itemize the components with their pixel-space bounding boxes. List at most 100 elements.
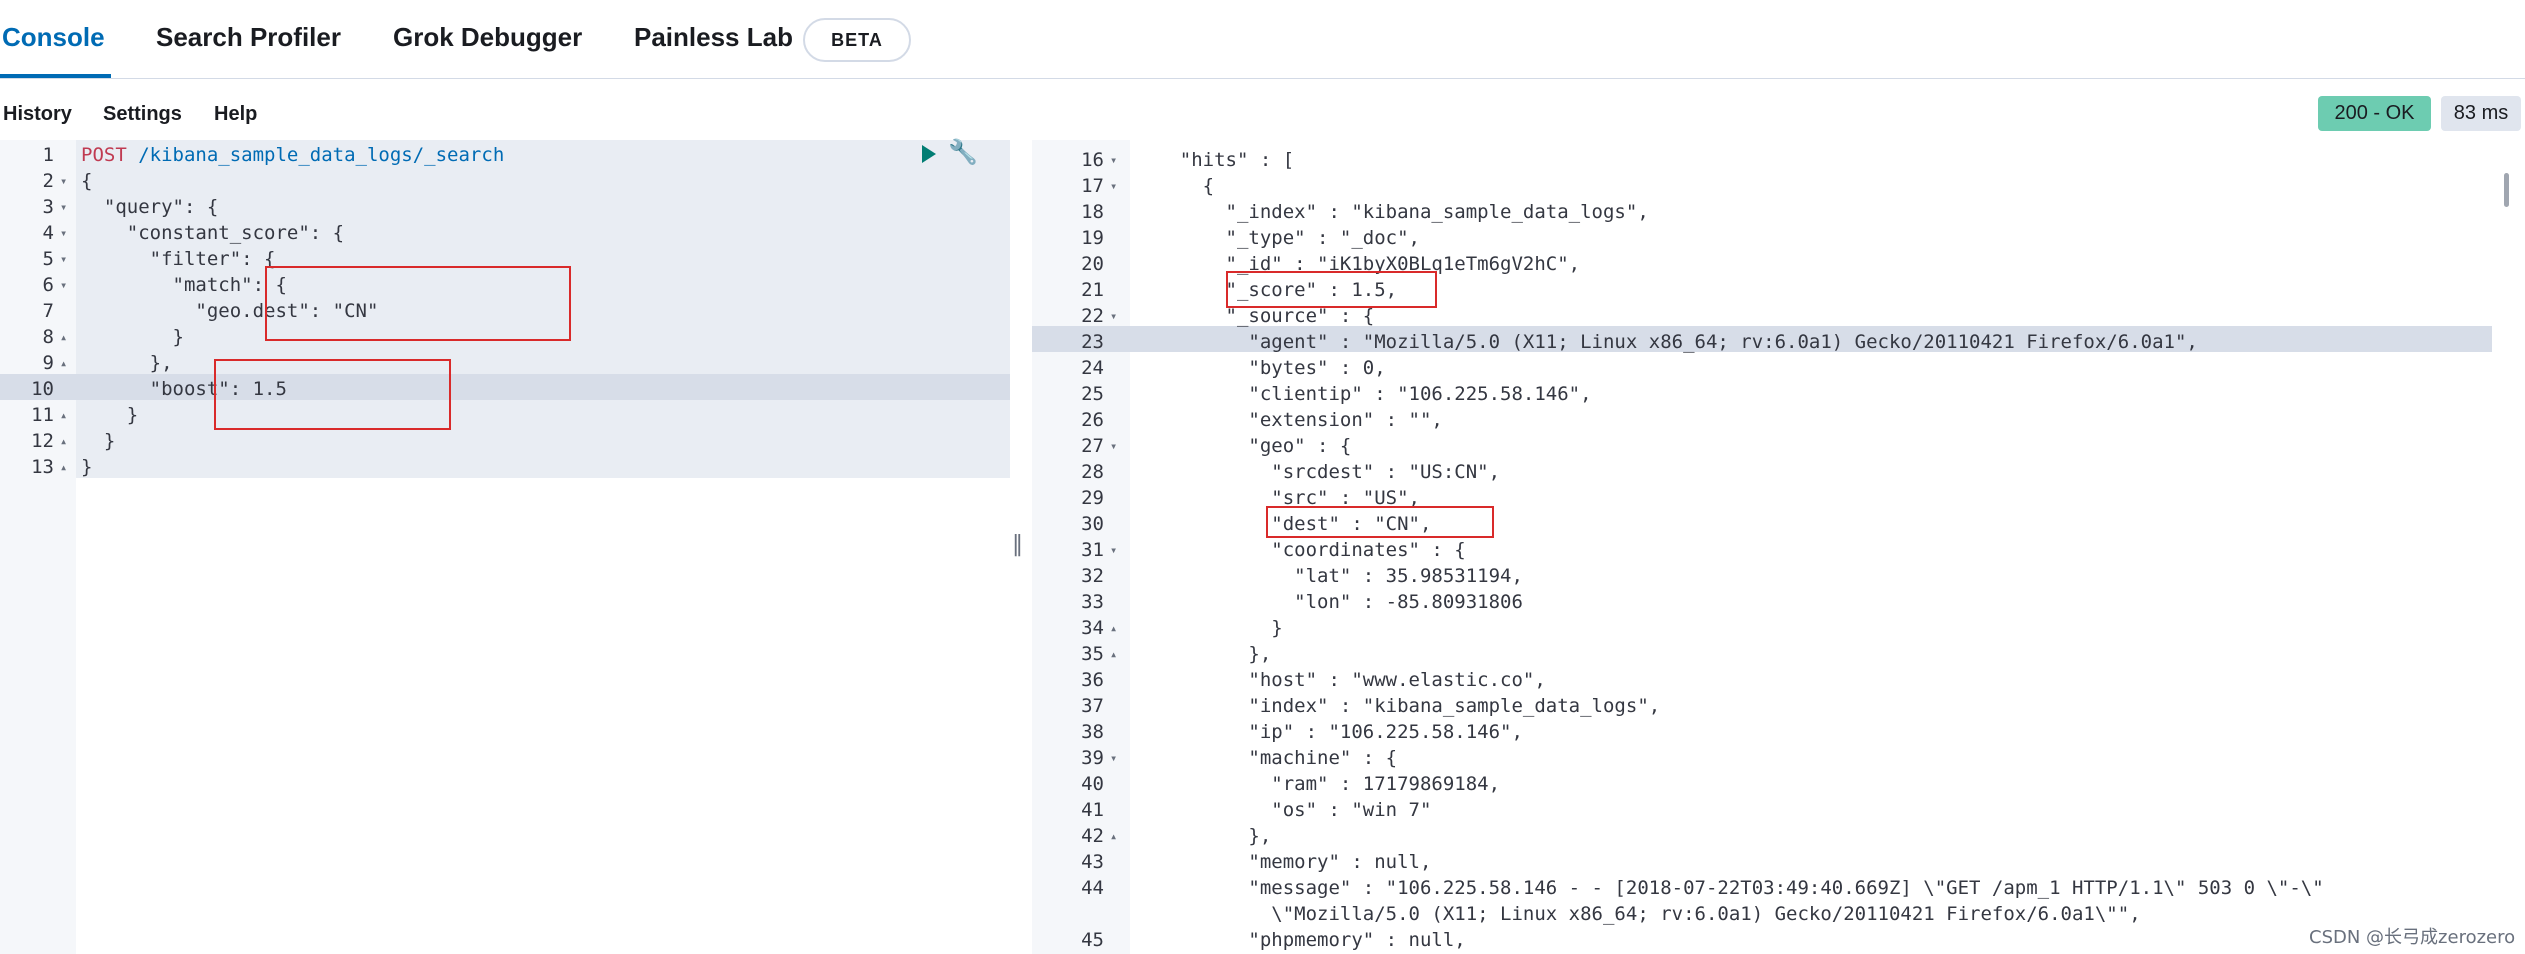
fold-toggle[interactable]: ▴ — [60, 350, 67, 376]
code-text: "lon" : -85.80931806 — [1134, 591, 1523, 613]
tab-grok-debugger[interactable]: Grok Debugger — [393, 22, 582, 53]
line-number: 38 — [1081, 721, 1104, 743]
response-status-badge: 200 - OK — [2318, 96, 2431, 131]
line-number: 12 — [31, 430, 54, 452]
fold-toggle[interactable]: ▾ — [60, 194, 67, 220]
line-number: 21 — [1081, 279, 1104, 301]
code-text: "constant_score": { — [81, 222, 345, 244]
line-number: 31 — [1081, 539, 1104, 561]
fold-toggle[interactable]: ▾ — [1110, 147, 1117, 173]
line-number: 45 — [1081, 929, 1104, 951]
settings-menu[interactable]: Settings — [103, 103, 182, 126]
code-text: "coordinates" : { — [1134, 539, 1466, 561]
line-number: 18 — [1081, 201, 1104, 223]
http-method: POST — [81, 144, 127, 166]
help-menu[interactable]: Help — [214, 103, 257, 126]
line-number: 25 — [1081, 383, 1104, 405]
code-text: "machine" : { — [1134, 747, 1398, 769]
fold-toggle[interactable]: ▴ — [60, 428, 67, 454]
line-number: 44 — [1081, 877, 1104, 899]
code-text: "lat" : 35.98531194, — [1134, 565, 1523, 587]
line-number: 35 — [1081, 643, 1104, 665]
tab-painless-lab[interactable]: Painless Lab — [634, 22, 793, 53]
fold-toggle[interactable]: ▴ — [1110, 615, 1117, 641]
line-number: 27 — [1081, 435, 1104, 457]
line-number: 16 — [1081, 149, 1104, 171]
code-text: "index" : "kibana_sample_data_logs", — [1134, 695, 1661, 717]
line-number: 19 — [1081, 227, 1104, 249]
line-number: 30 — [1081, 513, 1104, 535]
line-number: 3 — [42, 196, 54, 218]
line-number: 41 — [1081, 799, 1104, 821]
wrench-icon[interactable]: 🔧 — [948, 138, 978, 166]
code-text: "hits" : [ — [1134, 149, 1295, 171]
fold-toggle[interactable]: ▴ — [60, 454, 67, 480]
fold-toggle[interactable]: ▴ — [1110, 641, 1117, 667]
code-text: "ram" : 17179869184, — [1134, 773, 1501, 795]
line-number: 8 — [42, 326, 54, 348]
line-number: 6 — [42, 274, 54, 296]
annotation-box-boost — [214, 359, 451, 430]
fold-toggle[interactable]: ▾ — [60, 168, 67, 194]
fold-toggle[interactable]: ▴ — [60, 402, 67, 428]
code-text: "_type" : "_doc", — [1134, 227, 1420, 249]
code-text: }, — [1134, 643, 1272, 665]
top-tab-bar: Console Search Profiler Grok Debugger Pa… — [0, 0, 2525, 79]
line-number: 29 — [1081, 487, 1104, 509]
code-text: } — [81, 326, 184, 348]
line-number: 23 — [1081, 331, 1104, 353]
code-text: "extension" : "", — [1134, 409, 1443, 431]
response-time-badge: 83 ms — [2441, 96, 2521, 131]
line-number: 42 — [1081, 825, 1104, 847]
line-number: 10 — [31, 378, 54, 400]
play-icon[interactable] — [922, 145, 936, 163]
fold-toggle[interactable]: ▾ — [1110, 173, 1117, 199]
fold-toggle[interactable]: ▾ — [60, 220, 67, 246]
history-menu[interactable]: History — [3, 103, 72, 126]
line-number: 40 — [1081, 773, 1104, 795]
line-number: 9 — [42, 352, 54, 374]
line-number: 28 — [1081, 461, 1104, 483]
fold-toggle[interactable]: ▴ — [1110, 823, 1117, 849]
line-number: 43 — [1081, 851, 1104, 873]
line-number: 20 — [1081, 253, 1104, 275]
request-path: /kibana_sample_data_logs/_search — [126, 144, 505, 166]
code-text: "clientip" : "106.225.58.146", — [1134, 383, 1592, 405]
line-number: 24 — [1081, 357, 1104, 379]
line-number: 7 — [42, 300, 54, 322]
fold-toggle[interactable]: ▾ — [1110, 537, 1117, 563]
code-text: "message" : "106.225.58.146 - - [2018-07… — [1134, 877, 2324, 899]
fold-toggle[interactable]: ▾ — [1110, 433, 1117, 459]
line-number: 36 — [1081, 669, 1104, 691]
line-number: 13 — [31, 456, 54, 478]
code-text: "query": { — [81, 196, 219, 218]
code-text: } — [81, 456, 93, 478]
response-scrollbar[interactable] — [2504, 173, 2509, 207]
fold-toggle[interactable]: ▾ — [60, 246, 67, 272]
code-text: "_index" : "kibana_sample_data_logs", — [1134, 201, 1649, 223]
tab-console[interactable]: Console — [2, 22, 105, 53]
line-number: 2 — [42, 170, 54, 192]
code-text: "srcdest" : "US:CN", — [1134, 461, 1501, 483]
pane-resize-handle[interactable]: ‖ — [1012, 532, 1023, 557]
code-text: { — [81, 170, 93, 192]
code-text: }, — [81, 352, 173, 374]
code-text: \"Mozilla/5.0 (X11; Linux x86_64; rv:6.0… — [1134, 903, 2141, 925]
fold-toggle[interactable]: ▾ — [60, 272, 67, 298]
code-text: "host" : "www.elastic.co", — [1134, 669, 1546, 691]
code-text: } — [1134, 617, 1283, 639]
line-number: 4 — [42, 222, 54, 244]
fold-toggle[interactable]: ▴ — [60, 324, 67, 350]
fold-toggle[interactable]: ▾ — [1110, 303, 1117, 329]
line-number: 5 — [42, 248, 54, 270]
code-text: { — [1134, 175, 1215, 197]
request-editor[interactable]: 1 POST /kibana_sample_data_logs/_search 2 ▾… — [0, 140, 1010, 954]
code-text: POST /kibana_sample_data_logs/_search — [81, 142, 504, 168]
code-text: "agent" : "Mozilla/5.0 (X11; Linux x86_6… — [1134, 331, 2198, 353]
watermark-text: CSDN @长弓成zerozero — [2309, 927, 2516, 948]
code-text: "bytes" : 0, — [1134, 357, 1386, 379]
line-number: 17 — [1081, 175, 1104, 197]
line-number: 26 — [1081, 409, 1104, 431]
tab-search-profiler[interactable]: Search Profiler — [156, 22, 341, 53]
fold-toggle[interactable]: ▾ — [1110, 745, 1117, 771]
